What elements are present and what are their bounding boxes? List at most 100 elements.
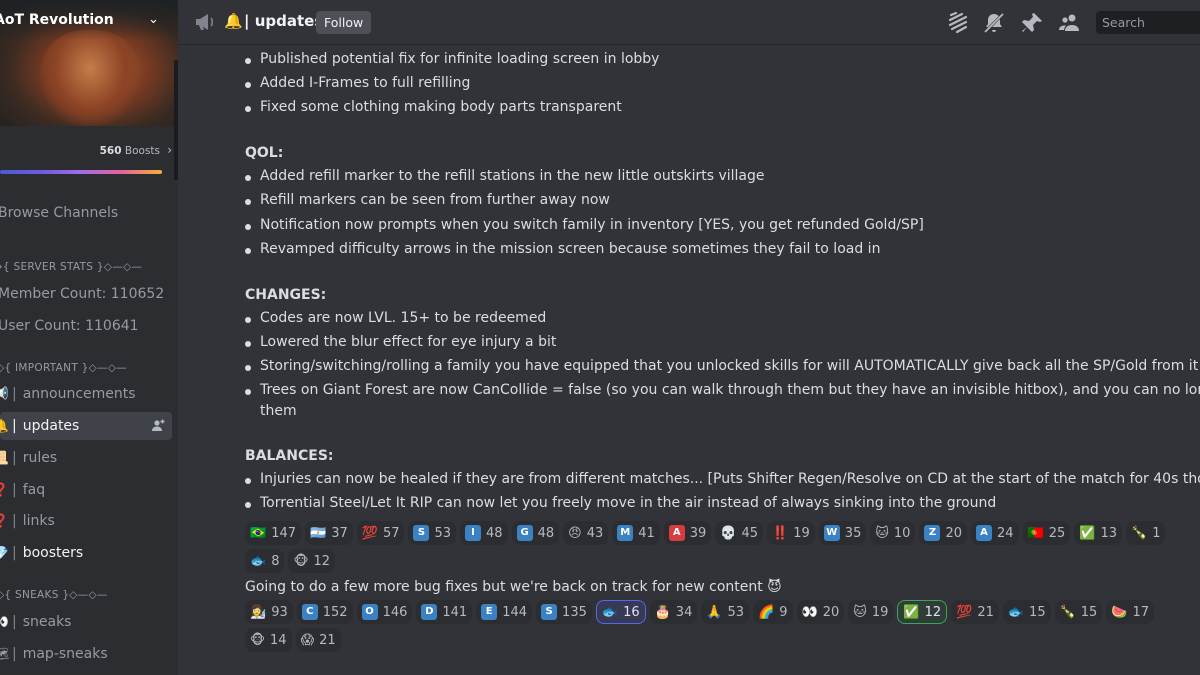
reaction-count: 34	[675, 604, 693, 620]
reaction-chip[interactable]: 🐟 15	[1002, 600, 1051, 624]
banner-image	[40, 30, 140, 126]
reaction-chip[interactable]: C 152	[296, 600, 353, 624]
boost-count: 560 Boosts	[99, 145, 160, 157]
list-item: Injuries can now be healed if they are f…	[260, 471, 1200, 487]
add-member-icon[interactable]	[150, 418, 166, 434]
reaction-count: 8	[271, 553, 280, 569]
letter-emoji-icon: A	[976, 525, 992, 541]
channel-label: map-sneaks	[22, 646, 108, 662]
reaction-chip[interactable]: 🇧🇷 147	[245, 521, 302, 545]
browse-channels[interactable]: Browse Channels	[0, 205, 118, 221]
members-icon[interactable]	[1058, 11, 1082, 35]
reaction-chip[interactable]: S 135	[536, 600, 592, 624]
reaction-chip[interactable]: A 24	[971, 521, 1019, 545]
user-count-channel[interactable]: User Count: 110641	[0, 318, 139, 334]
reaction-chip[interactable]: 🇵🇹 25	[1022, 521, 1071, 545]
follow-button[interactable]: Follow	[316, 11, 372, 34]
reaction-chip[interactable]: 💀 45	[715, 521, 764, 545]
emoji-icon: 🍾	[1059, 604, 1076, 620]
emoji-icon: 💯	[956, 604, 973, 620]
reaction-bar: 🐟 8 🐵 12	[245, 549, 336, 575]
emoji-icon: ✅	[1079, 525, 1096, 541]
sidebar-item-rules[interactable]: 📜 | rules	[0, 444, 172, 472]
list-item: Storing/switching/rolling a family you h…	[260, 358, 1199, 374]
reaction-chip[interactable]: 🍉 17	[1106, 600, 1155, 624]
reaction-chip[interactable]: ✅ 12	[897, 600, 948, 624]
reaction-chip[interactable]: Z 20	[919, 521, 967, 545]
reaction-chip[interactable]: 🐱 10	[870, 521, 916, 545]
reaction-count: 15	[1029, 604, 1046, 620]
reaction-count: 45	[741, 525, 759, 541]
reaction-count: 9	[779, 604, 788, 620]
reaction-chip[interactable]: 👩‍🔬 93	[245, 600, 293, 624]
category-sneaks[interactable]: ◇{ SNEAKS }◇—◇—	[0, 589, 108, 601]
reaction-bar: 🇧🇷 147 🇦🇷 37 💯 57 S 53 I 48 G 48 😠 43 M 41 A 39 💀 45 ‼️ 19 W 35…	[245, 521, 1166, 547]
category-server-stats[interactable]: ⋄{ SERVER STATS }◇—◇—	[0, 261, 142, 273]
server-banner[interactable]: AoT Revolution ⌄	[0, 0, 178, 126]
emoji-icon: 👀	[801, 604, 818, 620]
chevron-down-icon[interactable]: ⌄	[148, 12, 159, 27]
sidebar-item-links[interactable]: ❓ | links	[0, 507, 172, 535]
mute-icon[interactable]	[982, 11, 1006, 35]
reaction-chip[interactable]: 😠 43	[563, 521, 609, 545]
reaction-count: 43	[586, 525, 604, 541]
reaction-count: 37	[331, 525, 348, 541]
letter-emoji-icon: D	[421, 604, 438, 620]
reaction-bar: 👩‍🔬 93 C 152 O 146 D 141 E 144 S 135 🐟 16 🎂 34 🙏 53 🌈 9 👀 20 🐱…	[245, 600, 1155, 626]
letter-emoji-icon: S	[541, 604, 558, 620]
reaction-chip[interactable]: A 39	[663, 521, 712, 545]
reaction-chip[interactable]: ✅ 13	[1074, 521, 1123, 545]
reaction-chip[interactable]: W 35	[818, 521, 867, 545]
reaction-chip[interactable]: 😱 21	[295, 628, 341, 652]
sidebar-item-updates[interactable]: 🔔 | updates	[0, 412, 172, 440]
reaction-chip[interactable]: 🐵 14	[245, 628, 292, 652]
reaction-chip[interactable]: E 144	[476, 600, 533, 624]
threads-icon[interactable]	[946, 11, 970, 35]
emoji-icon: 🐟	[1007, 604, 1025, 620]
search-input[interactable]: Search	[1096, 11, 1200, 34]
sidebar-item-sneaks[interactable]: 👀 | sneaks	[0, 608, 172, 636]
reaction-chip[interactable]: M 41	[612, 521, 660, 545]
reaction-chip[interactable]: S 53	[408, 521, 457, 545]
server-name[interactable]: AoT Revolution	[0, 12, 114, 28]
reaction-chip[interactable]: 🍾 15	[1054, 600, 1103, 624]
reaction-chip[interactable]: 🌈 9	[753, 600, 793, 624]
reaction-chip[interactable]: G 48	[511, 521, 560, 545]
reaction-chip[interactable]: O 146	[356, 600, 413, 624]
sidebar-item-announcements[interactable]: 📢 | announcements	[0, 380, 172, 408]
emoji-icon: 😱	[300, 632, 315, 648]
reaction-chip[interactable]: 💯 21	[951, 600, 999, 624]
reaction-chip[interactable]: 🙏 53	[701, 600, 750, 624]
sidebar-item-map-sneaks[interactable]: 🗺 | map-sneaks	[0, 640, 172, 668]
pin-icon[interactable]	[1020, 11, 1044, 35]
sidebar-item-boosters[interactable]: 💎 | boosters	[0, 539, 172, 567]
reaction-chip[interactable]: 🐟 8	[245, 549, 285, 573]
reaction-chip[interactable]: 🍾 1	[1126, 521, 1166, 545]
member-count-channel[interactable]: Member Count: 110652	[0, 286, 164, 302]
reaction-count: 19	[871, 604, 889, 620]
reaction-chip[interactable]: 🐟 16	[595, 600, 646, 624]
emoji-icon: 🐱	[853, 604, 867, 620]
list-bullet	[245, 502, 251, 508]
server-sidebar: AoT Revolution ⌄ 560 Boosts › Browse Cha…	[0, 0, 178, 675]
reaction-chip[interactable]: 👀 20	[796, 600, 845, 624]
reaction-chip[interactable]: ‼️ 19	[767, 521, 815, 545]
reaction-count: 19	[793, 525, 810, 541]
channel-label: boosters	[22, 545, 84, 561]
reaction-chip[interactable]: 🇦🇷 37	[305, 521, 353, 545]
reaction-chip[interactable]: 🐵 12	[288, 549, 336, 573]
reaction-chip[interactable]: 🎂 34	[649, 600, 698, 624]
reaction-count: 21	[319, 632, 336, 648]
reaction-chip[interactable]: I 48	[460, 521, 508, 545]
category-important[interactable]: ◇{ IMPORTANT }◇—◇—	[0, 362, 127, 374]
reaction-chip[interactable]: D 141	[416, 600, 473, 624]
letter-emoji-icon: I	[465, 525, 482, 541]
letter-emoji-icon: W	[823, 525, 840, 541]
reaction-chip[interactable]: 🐱 19	[848, 600, 894, 624]
reaction-chip[interactable]: 💯 57	[356, 521, 405, 545]
section-heading-changes: CHANGES:	[245, 287, 327, 303]
letter-emoji-icon: G	[516, 525, 533, 541]
emoji-icon: 🐟	[250, 553, 267, 569]
sidebar-item-faq[interactable]: ❓ | faq	[0, 476, 172, 504]
boost-progress-row[interactable]: 560 Boosts ›	[0, 143, 178, 161]
